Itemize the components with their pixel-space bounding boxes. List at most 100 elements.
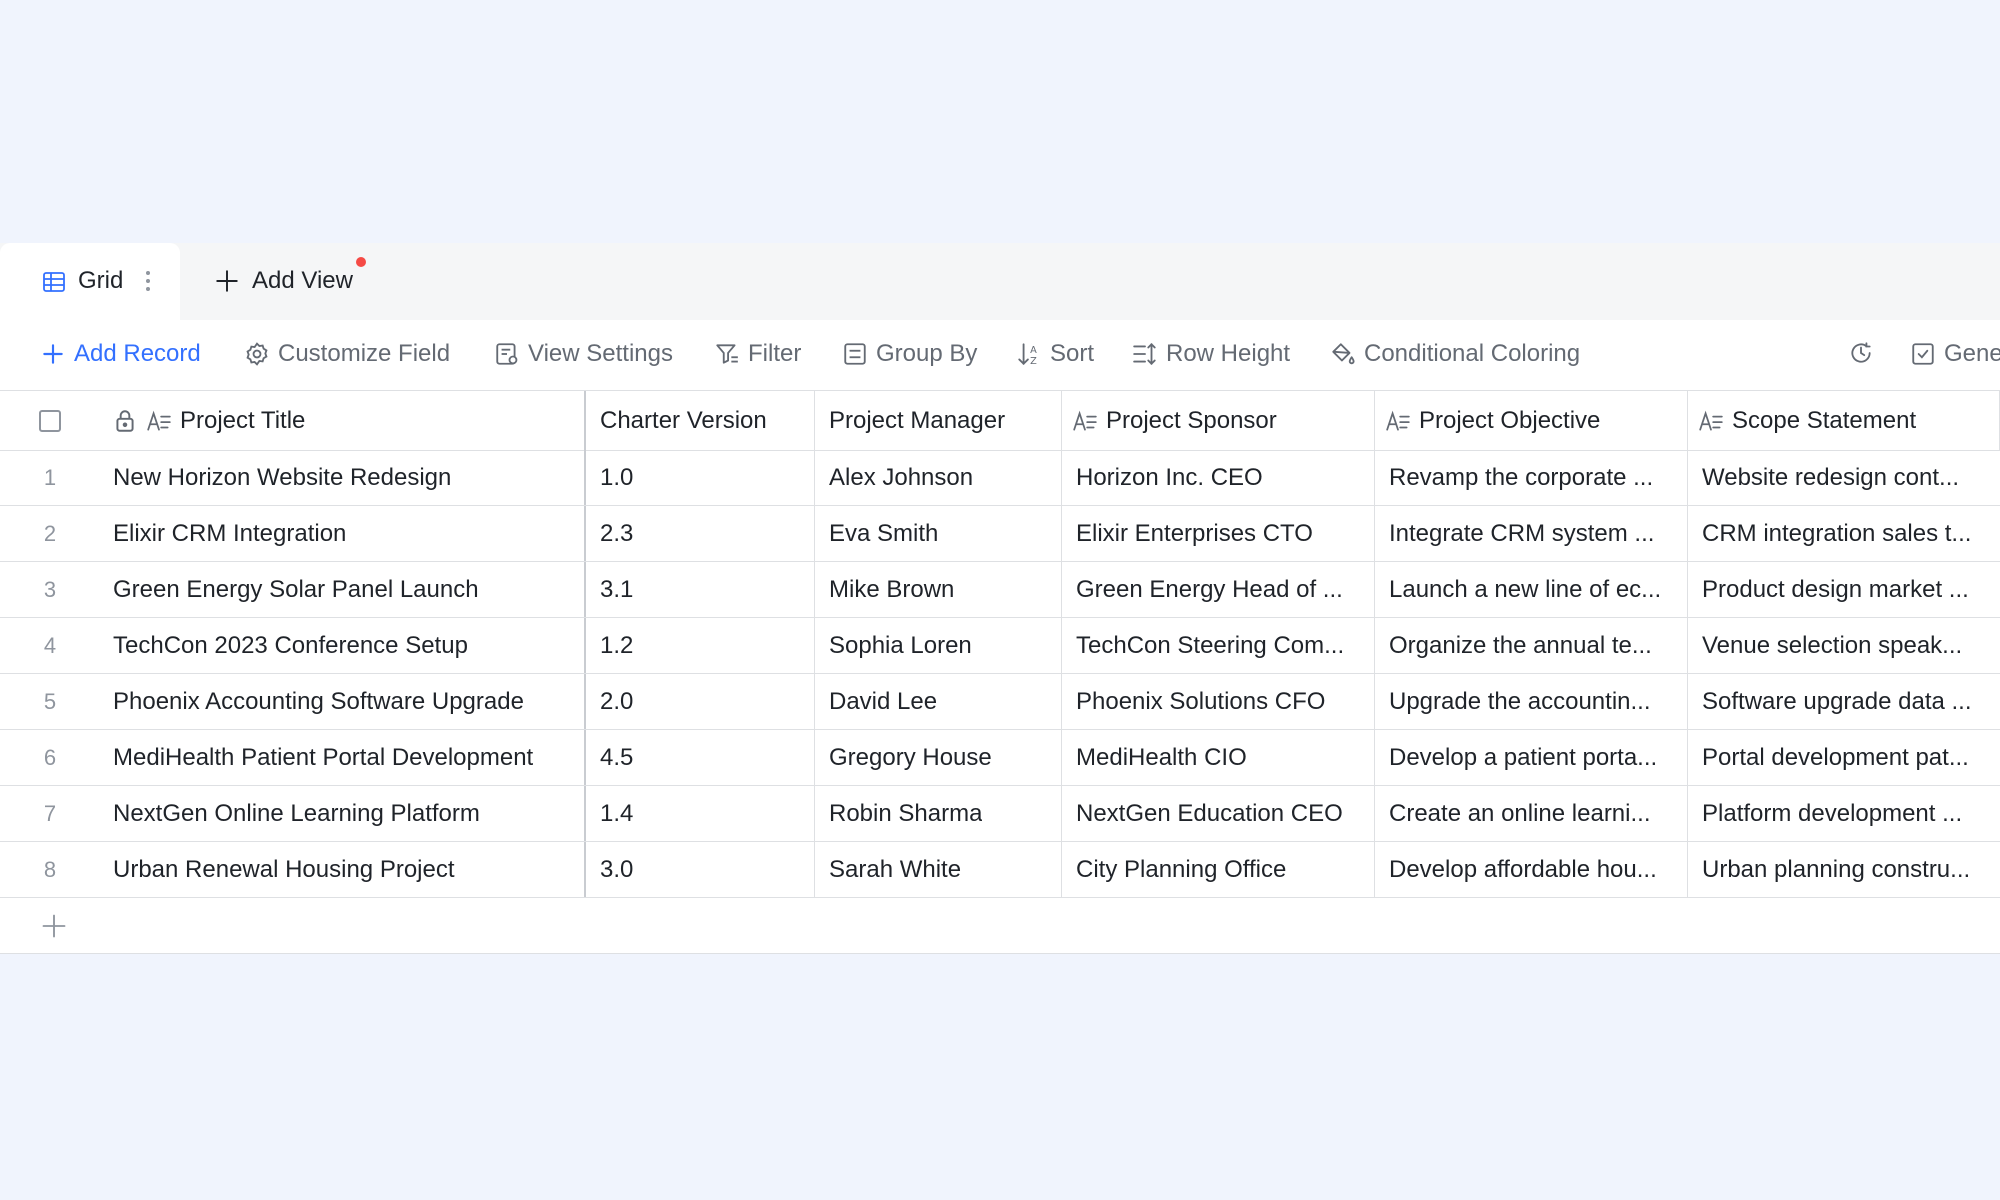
cell-project-sponsor[interactable]: Phoenix Solutions CFO xyxy=(1062,674,1375,729)
cell-charter-version[interactable]: 4.5 xyxy=(586,730,815,785)
column-header-project-objective[interactable]: Project Objective xyxy=(1375,391,1688,450)
cell-scope-statement[interactable]: Portal development pat... xyxy=(1688,730,2000,785)
cell-project-sponsor[interactable]: MediHealth CIO xyxy=(1062,730,1375,785)
cell-scope-statement[interactable]: Product design market ... xyxy=(1688,562,2000,617)
cell-project-title[interactable]: NextGen Online Learning Platform xyxy=(100,786,586,841)
row-height-button[interactable]: Row Height xyxy=(1132,340,1290,368)
cell-text: David Lee xyxy=(829,687,938,715)
cell-text: MediHealth Patient Portal Development xyxy=(113,743,534,771)
row-number: 4 xyxy=(43,632,57,658)
cell-scope-statement[interactable]: Venue selection speak... xyxy=(1688,618,2000,673)
cell-charter-version[interactable]: 2.0 xyxy=(586,674,815,729)
filter-label: Filter xyxy=(748,340,802,367)
cell-project-manager[interactable]: Robin Sharma xyxy=(815,786,1062,841)
cell-project-title[interactable]: New Horizon Website Redesign xyxy=(100,450,586,505)
cell-charter-version[interactable]: 3.1 xyxy=(586,562,815,617)
cell-text: Horizon Inc. CEO xyxy=(1076,463,1263,491)
more-vertical-icon[interactable] xyxy=(140,268,156,294)
cell-project-title[interactable]: Green Energy Solar Panel Launch xyxy=(100,562,586,617)
cell-text: New Horizon Website Redesign xyxy=(113,463,452,491)
generate-button[interactable]: Gene xyxy=(1910,340,2000,368)
cell-scope-statement[interactable]: Website redesign cont... xyxy=(1688,450,2000,505)
cell-text: NextGen Online Learning Platform xyxy=(113,799,480,827)
cell-scope-statement[interactable]: Platform development ... xyxy=(1688,786,2000,841)
cell-project-manager[interactable]: David Lee xyxy=(815,674,1062,729)
table-row[interactable]: 7 NextGen Online Learning Platform 1.4 Robi… xyxy=(0,786,2000,842)
cell-project-manager[interactable]: Eva Smith xyxy=(815,506,1062,561)
cell-project-manager[interactable]: Gregory House xyxy=(815,730,1062,785)
cell-project-objective[interactable]: Upgrade the accountin... xyxy=(1375,674,1688,729)
cell-project-title[interactable]: MediHealth Patient Portal Development xyxy=(100,730,586,785)
row-number: 3 xyxy=(43,576,57,602)
cell-charter-version[interactable]: 1.4 xyxy=(586,786,815,841)
row-number-cell: 1 xyxy=(0,450,100,505)
cell-text: Create an online learni... xyxy=(1389,799,1651,827)
column-header-charter-version[interactable]: Charter Version xyxy=(586,391,815,450)
cell-project-manager[interactable]: Alex Johnson xyxy=(815,450,1062,505)
sort-button[interactable]: A Z Sort xyxy=(1016,340,1094,368)
cell-project-objective[interactable]: Develop a patient porta... xyxy=(1375,730,1688,785)
cell-project-title[interactable]: TechCon 2023 Conference Setup xyxy=(100,618,586,673)
column-header-project-sponsor[interactable]: Project Sponsor xyxy=(1062,391,1375,450)
cell-text: Software upgrade data ... xyxy=(1702,687,1972,715)
cell-project-objective[interactable]: Integrate CRM system ... xyxy=(1375,506,1688,561)
view-settings-button[interactable]: View Settings xyxy=(494,340,673,368)
sort-label: Sort xyxy=(1050,340,1095,367)
cell-scope-statement[interactable]: Software upgrade data ... xyxy=(1688,674,2000,729)
cell-charter-version[interactable]: 2.3 xyxy=(586,506,815,561)
cell-text: 1.2 xyxy=(600,631,634,659)
cell-project-sponsor[interactable]: City Planning Office xyxy=(1062,842,1375,897)
table-row[interactable]: 3 Green Energy Solar Panel Launch 3.1 Mike … xyxy=(0,562,2000,618)
table-row[interactable]: 4 TechCon 2023 Conference Setup 1.2 Sophia … xyxy=(0,618,2000,674)
cell-project-sponsor[interactable]: Elixir Enterprises CTO xyxy=(1062,506,1375,561)
history-button[interactable] xyxy=(1848,340,1874,366)
table-row[interactable]: 2 Elixir CRM Integration 2.3 Eva Smith Elixi… xyxy=(0,506,2000,562)
cell-scope-statement[interactable]: CRM integration sales t... xyxy=(1688,506,2000,561)
column-header-project-manager[interactable]: Project Manager xyxy=(815,391,1062,450)
cell-project-objective[interactable]: Create an online learni... xyxy=(1375,786,1688,841)
table-row[interactable]: 1 New Horizon Website Redesign 1.0 Alex Joh… xyxy=(0,450,2000,506)
cell-charter-version[interactable]: 1.2 xyxy=(586,618,815,673)
cell-text: Alex Johnson xyxy=(829,463,974,491)
add-view-label: Add View xyxy=(252,267,353,294)
customize-field-button[interactable]: Customize Field xyxy=(244,340,450,368)
cell-project-objective[interactable]: Organize the annual te... xyxy=(1375,618,1688,673)
cell-charter-version[interactable]: 1.0 xyxy=(586,450,815,505)
cell-project-objective[interactable]: Develop affordable hou... xyxy=(1375,842,1688,897)
cell-project-objective[interactable]: Launch a new line of ec... xyxy=(1375,562,1688,617)
cell-project-manager[interactable]: Sophia Loren xyxy=(815,618,1062,673)
cell-project-title[interactable]: Urban Renewal Housing Project xyxy=(100,842,586,897)
column-header-label: Project Title xyxy=(180,406,306,434)
conditional-coloring-label: Conditional Coloring xyxy=(1364,340,1581,367)
add-view-button[interactable]: Add View xyxy=(214,267,353,295)
column-header-project-title[interactable]: Project Title xyxy=(100,391,586,450)
cell-text: NextGen Education CEO xyxy=(1076,799,1343,827)
table-row[interactable]: 6 MediHealth Patient Portal Development 4.… xyxy=(0,730,2000,786)
filter-button[interactable]: Filter xyxy=(714,340,801,368)
cell-project-objective[interactable]: Revamp the corporate ... xyxy=(1375,450,1688,505)
cell-project-sponsor[interactable]: NextGen Education CEO xyxy=(1062,786,1375,841)
cell-scope-statement[interactable]: Urban planning constru... xyxy=(1688,842,2000,897)
cell-charter-version[interactable]: 3.0 xyxy=(586,842,815,897)
cell-project-manager[interactable]: Mike Brown xyxy=(815,562,1062,617)
cell-project-sponsor[interactable]: Horizon Inc. CEO xyxy=(1062,450,1375,505)
add-record-button[interactable]: Add Record xyxy=(40,340,201,368)
cell-project-sponsor[interactable]: TechCon Steering Com... xyxy=(1062,618,1375,673)
conditional-coloring-button[interactable]: Conditional Coloring xyxy=(1330,340,1580,368)
cell-text: Platform development ... xyxy=(1702,799,1963,827)
cell-project-sponsor[interactable]: Green Energy Head of ... xyxy=(1062,562,1375,617)
cell-project-title[interactable]: Phoenix Accounting Software Upgrade xyxy=(100,674,586,729)
cell-project-title[interactable]: Elixir CRM Integration xyxy=(100,506,586,561)
add-row-plus-icon[interactable] xyxy=(40,912,68,940)
column-header-scope-statement[interactable]: Scope Statement xyxy=(1688,391,2000,450)
cell-text: Sophia Loren xyxy=(829,631,972,659)
row-number: 7 xyxy=(43,800,57,826)
select-all-checkbox[interactable] xyxy=(39,409,61,432)
row-number: 5 xyxy=(43,688,57,714)
group-by-button[interactable]: Group By xyxy=(842,340,977,368)
tab-grid[interactable]: Grid xyxy=(0,243,180,320)
table-row[interactable]: 5 Phoenix Accounting Software Upgrade 2.0 D… xyxy=(0,674,2000,730)
cell-project-manager[interactable]: Sarah White xyxy=(815,842,1062,897)
table-row[interactable]: 8 Urban Renewal Housing Project 3.0 Sarah W… xyxy=(0,842,2000,898)
text-field-icon xyxy=(1699,410,1723,431)
